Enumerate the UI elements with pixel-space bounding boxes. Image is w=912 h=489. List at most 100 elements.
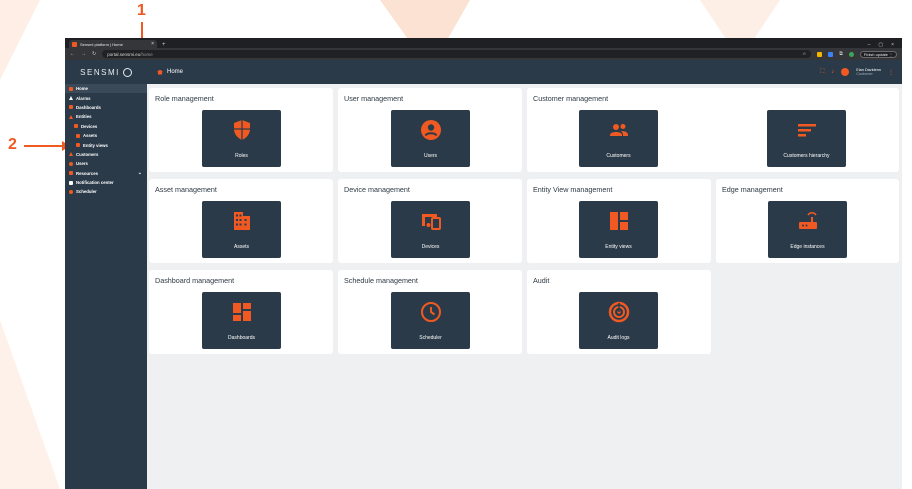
sensmi-logo[interactable]: SENSMI bbox=[65, 60, 147, 84]
asset-icon bbox=[76, 133, 80, 138]
building-icon bbox=[233, 212, 250, 230]
card-dashboard-management: Dashboard management Dashboards bbox=[149, 270, 333, 354]
card-title: Edge management bbox=[722, 185, 783, 194]
home-icon bbox=[69, 86, 73, 91]
avatar[interactable] bbox=[841, 68, 850, 76]
browser-tab[interactable]: Sensmi platform | Home × bbox=[69, 40, 157, 48]
tile-edge-instances[interactable]: Edge instances bbox=[768, 201, 847, 258]
new-tab-button[interactable]: + bbox=[162, 42, 166, 48]
sidebar-item-resources[interactable]: Resources ⌄ bbox=[65, 169, 147, 178]
finish-update-button[interactable]: Finish update ⋮ bbox=[859, 50, 897, 58]
sidebar-item-dashboards[interactable]: Dashboards bbox=[65, 103, 147, 112]
sidebar-item-label: Entities bbox=[76, 114, 92, 120]
sidebar-item-label: Home bbox=[76, 86, 88, 92]
user-info[interactable]: Elan Davidenn Customer bbox=[856, 68, 881, 77]
sidebar-item-customers[interactable]: Customers bbox=[65, 150, 147, 159]
dashboard-icon bbox=[69, 105, 73, 110]
extensions-puzzle-icon[interactable]: ⧉ bbox=[839, 51, 843, 57]
dashboard-icon bbox=[232, 303, 251, 321]
chevron-down-icon[interactable]: ⌄ bbox=[138, 170, 142, 176]
sidebar-item-label: Notification center bbox=[76, 180, 114, 186]
fullscreen-icon[interactable]: ⛶ bbox=[820, 69, 824, 76]
sidebar-item-notification-center[interactable]: Notification center bbox=[65, 178, 147, 187]
tab-close-icon[interactable]: × bbox=[151, 41, 154, 47]
entity-views-icon bbox=[609, 212, 628, 230]
tile-customers[interactable]: Customers bbox=[579, 110, 658, 167]
notification-icon bbox=[69, 180, 73, 185]
sidebar-item-assets[interactable]: Assets bbox=[65, 131, 147, 140]
annotation-arrow-2 bbox=[24, 145, 64, 147]
user-icon bbox=[69, 161, 73, 166]
tile-label: Scheduler bbox=[419, 335, 442, 341]
annotation-marker-1: 1 bbox=[137, 2, 146, 19]
main-content: Role management Roles User management Us… bbox=[147, 84, 902, 489]
sidebar: SENSMI Home Alarms Dashboards Entities D… bbox=[65, 60, 147, 489]
tile-entity-views[interactable]: Entity views bbox=[579, 201, 658, 258]
maximize-icon[interactable]: ▢ bbox=[878, 42, 883, 48]
sidebar-item-alarms[interactable]: Alarms bbox=[65, 93, 147, 102]
tile-label: Customers hierarchy bbox=[783, 153, 830, 159]
more-menu-icon[interactable]: ⋮ bbox=[888, 69, 894, 76]
tile-label: Devices bbox=[421, 244, 440, 250]
card-title: Asset management bbox=[155, 185, 217, 194]
hierarchy-icon bbox=[797, 124, 816, 137]
address-bar[interactable]: portal.sensmi.eu/home ☆ bbox=[102, 50, 812, 58]
card-edge-management: Edge management Edge instances bbox=[716, 179, 899, 263]
user-circle-icon bbox=[420, 120, 441, 140]
sidebar-item-scheduler[interactable]: Scheduler bbox=[65, 187, 147, 196]
top-bar-actions: ⛶ ♪ Elan Davidenn Customer ⋮ bbox=[820, 68, 902, 77]
sidebar-item-users[interactable]: Users bbox=[65, 159, 147, 168]
card-role-management: Role management Roles bbox=[149, 88, 333, 172]
user-role: Customer bbox=[856, 72, 873, 76]
url-host: portal.sensmi.eu bbox=[107, 51, 141, 57]
entities-icon bbox=[69, 114, 73, 119]
tile-label: Assets bbox=[233, 244, 249, 250]
sidebar-item-label: Resources bbox=[76, 170, 98, 176]
devices-icon bbox=[421, 214, 441, 230]
sidebar-item-label: Dashboards bbox=[76, 104, 101, 110]
screenshot-stage: 1 2 Sensmi platform | Home × + – ▢ × ← →… bbox=[0, 0, 912, 489]
tile-customers-hierarchy[interactable]: Customers hierarchy bbox=[767, 110, 846, 167]
extension-icon[interactable] bbox=[828, 51, 834, 57]
sidebar-item-label: Customers bbox=[76, 151, 99, 157]
back-icon[interactable]: ← bbox=[70, 51, 75, 57]
minimize-icon[interactable]: – bbox=[868, 42, 871, 48]
tile-dashboards[interactable]: Dashboards bbox=[202, 292, 281, 349]
sensmi-favicon-icon bbox=[72, 41, 77, 47]
sidebar-item-devices[interactable]: Devices bbox=[65, 122, 147, 131]
customers-icon bbox=[69, 152, 73, 157]
card-audit: Audit Audit logs bbox=[527, 270, 711, 354]
tile-label: Entity views bbox=[605, 244, 632, 250]
sidebar-item-entities[interactable]: Entities bbox=[65, 112, 147, 121]
notification-bell-icon[interactable]: ♪ bbox=[831, 69, 834, 75]
sidebar-item-entity-views[interactable]: Entity views bbox=[65, 140, 147, 149]
sidebar-item-home[interactable]: Home bbox=[65, 84, 147, 94]
tile-assets[interactable]: Assets bbox=[202, 201, 281, 258]
tile-users[interactable]: Users bbox=[391, 110, 470, 167]
breadcrumb[interactable]: Home bbox=[167, 69, 183, 75]
tile-scheduler[interactable]: Scheduler bbox=[391, 292, 470, 349]
reload-icon[interactable]: ↻ bbox=[92, 51, 96, 57]
sidebar-item-label: Assets bbox=[83, 133, 98, 139]
profile-icon[interactable] bbox=[848, 51, 854, 57]
card-title: Audit bbox=[533, 276, 550, 285]
customers-icon bbox=[609, 124, 628, 136]
browser-toolbar: ← → ↻ portal.sensmi.eu/home ☆ ⧉ Finish u… bbox=[65, 48, 902, 60]
home-icon bbox=[157, 69, 163, 75]
scheduler-icon bbox=[69, 189, 73, 194]
close-window-icon[interactable]: × bbox=[891, 42, 894, 48]
menu-dots-icon: ⋮ bbox=[889, 51, 893, 57]
bookmark-star-icon[interactable]: ☆ bbox=[802, 51, 806, 57]
extension-icon[interactable] bbox=[817, 51, 823, 57]
logo-text: SENSMI bbox=[80, 67, 120, 77]
tile-devices[interactable]: Devices bbox=[391, 201, 470, 258]
router-icon bbox=[798, 211, 817, 229]
tile-label: Customers bbox=[606, 153, 631, 159]
card-title: Entity View management bbox=[533, 185, 613, 194]
card-title: Device management bbox=[344, 185, 410, 194]
tile-roles[interactable]: Roles bbox=[202, 110, 281, 167]
tile-audit-logs[interactable]: Audit logs bbox=[579, 292, 658, 349]
forward-icon[interactable]: → bbox=[81, 51, 86, 57]
url-path: /home bbox=[140, 51, 153, 57]
sensmi-app: SENSMI Home Alarms Dashboards Entities D… bbox=[65, 60, 902, 489]
